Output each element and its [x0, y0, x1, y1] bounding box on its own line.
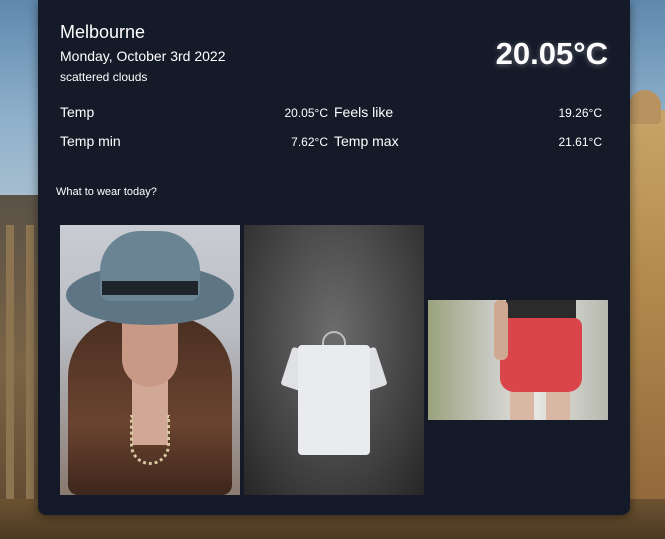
background-dome	[629, 90, 661, 124]
hat-photo	[60, 225, 240, 495]
necklace-shape	[130, 415, 170, 465]
arm-shape	[494, 300, 508, 360]
weather-card: Melbourne Monday, October 3rd 2022 scatt…	[38, 0, 630, 515]
background-building-left	[0, 195, 42, 539]
background-building-right	[625, 90, 665, 539]
current-date: Monday, October 3rd 2022	[60, 48, 226, 64]
weather-description: scattered clouds	[60, 70, 148, 84]
face-shape	[122, 317, 178, 387]
city-name: Melbourne	[60, 22, 146, 42]
hanger-shape	[322, 331, 346, 345]
temp-label: Temp	[60, 104, 95, 120]
temp-max-label: Temp max	[334, 133, 399, 149]
what-to-wear-heading: What to wear today?	[56, 186, 157, 198]
tshirt-shape	[298, 345, 370, 455]
shorts-photo	[428, 300, 608, 420]
background-column	[6, 225, 14, 525]
temp-max-value: 21.61°C	[558, 135, 603, 149]
hat-band-shape	[102, 281, 198, 295]
temp-min-value: 7.62°C	[291, 135, 328, 149]
tshirt-photo	[244, 225, 424, 495]
shorts-shape	[500, 318, 582, 392]
current-temperature: 20.05°C	[495, 36, 608, 71]
background-column	[26, 225, 34, 525]
temp-value: 20.05°C	[284, 106, 329, 120]
feels-like-value: 19.26°C	[558, 106, 603, 120]
temp-min-label: Temp min	[60, 133, 121, 149]
feels-like-label: Feels like	[334, 104, 394, 120]
